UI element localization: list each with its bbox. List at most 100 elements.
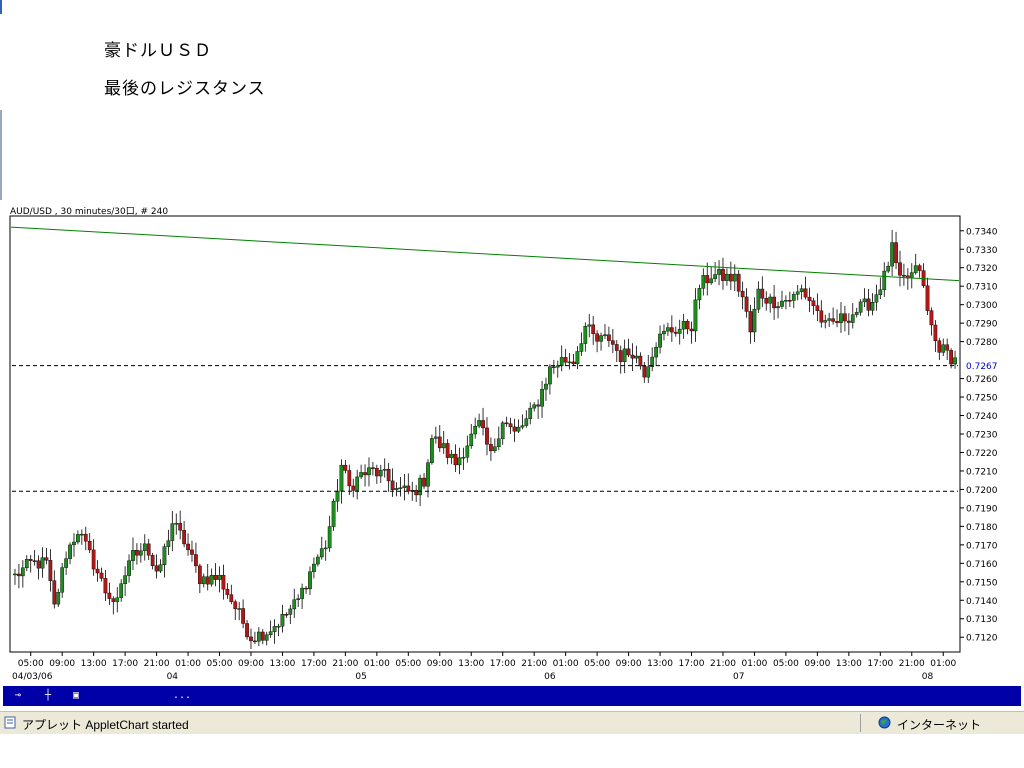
print-tool-button[interactable]: ▣ (67, 688, 85, 703)
candle-up (166, 540, 171, 547)
candle-up (312, 563, 316, 572)
y-tick-label: 0.7250 (966, 394, 998, 404)
candle-down (52, 580, 57, 605)
candle-up (752, 308, 757, 333)
candle-down (249, 636, 253, 642)
candle-up (666, 327, 670, 332)
candle-up (622, 348, 627, 362)
y-tick-label: 0.7180 (966, 523, 998, 533)
candle-down (194, 554, 198, 567)
status-separator (860, 714, 861, 732)
candle-up (500, 422, 505, 440)
x-tick-label: 13:00 (81, 659, 107, 669)
candle-up (402, 485, 407, 488)
x-date-label: 04 (167, 672, 179, 682)
candle-down (843, 313, 847, 322)
status-bar: アプレット AppletChart started インターネット (0, 711, 1024, 734)
candle-up (331, 500, 336, 527)
candle-down (721, 269, 725, 281)
candle-down (233, 601, 238, 610)
x-tick-label: 21:00 (521, 659, 547, 669)
candle-up (886, 265, 891, 272)
candle-down (17, 573, 21, 577)
candle-up (603, 334, 607, 336)
candle-up (308, 571, 312, 590)
candle-down (595, 333, 599, 342)
candle-up (575, 351, 580, 365)
candle-up (725, 273, 729, 281)
candle-down (748, 311, 753, 333)
candle-down (103, 578, 108, 594)
candle-down (245, 623, 249, 638)
candle-down (422, 477, 426, 487)
candle-up (795, 291, 800, 295)
candle-up (524, 418, 529, 426)
candle-up (339, 464, 344, 492)
window-edge (0, 0, 2, 14)
candle-up (201, 576, 206, 585)
crosshair-tool-button[interactable]: ┼ (39, 688, 57, 703)
candle-down (485, 427, 489, 445)
candle-down (563, 357, 568, 363)
candle-down (618, 350, 623, 362)
candle-up (24, 559, 29, 569)
y-tick-label: 0.7190 (966, 504, 998, 514)
candle-down (626, 348, 631, 356)
candle-up (292, 599, 297, 610)
candle-up (323, 547, 328, 550)
candle-up (492, 446, 497, 452)
page-icon (4, 716, 16, 729)
candle-up (355, 476, 360, 491)
y-tick-label: 0.7330 (966, 246, 998, 256)
candle-up (217, 574, 222, 580)
candle-up (599, 335, 603, 342)
x-tick-label: 09:00 (427, 659, 453, 669)
candle-up (516, 426, 521, 432)
candle-up (473, 425, 478, 435)
candle-down (48, 560, 53, 581)
candle-up (461, 457, 466, 459)
x-tick-label: 01:00 (175, 659, 201, 669)
chart-applet[interactable]: AUD/USD , 30 minutes/30口, # 240 0.7120 0.… (3, 203, 1021, 707)
candle-down (536, 404, 540, 407)
candle-up (768, 296, 773, 304)
candle-up (583, 326, 588, 344)
candle-up (909, 272, 914, 279)
more-tools-button[interactable]: ... (173, 688, 191, 703)
candle-up (874, 294, 879, 303)
candle-down (508, 423, 513, 428)
candle-up (823, 320, 828, 323)
candle-up (20, 567, 25, 577)
x-tick-label: 01:00 (553, 659, 579, 669)
candle-up (697, 288, 702, 301)
candle-up (272, 626, 277, 632)
candle-down (190, 549, 194, 555)
candle-up (170, 523, 175, 541)
zoom-tool-button[interactable]: ⊸ (9, 688, 27, 703)
candle-up (40, 557, 45, 569)
candlestick-chart[interactable]: AUD/USD , 30 minutes/30口, # 240 0.71200.… (3, 203, 1021, 687)
candle-down (673, 331, 678, 334)
candle-down (241, 608, 245, 624)
candle-down (571, 361, 576, 365)
y-tick-label: 0.7120 (966, 634, 998, 644)
candle-up (532, 404, 537, 409)
candle-down (835, 321, 839, 323)
internet-zone-icon (878, 716, 891, 729)
candle-up (276, 625, 281, 628)
candle-down (386, 468, 391, 482)
candle-up (784, 300, 788, 302)
y-tick-label: 0.7210 (966, 467, 998, 477)
candle-up (315, 556, 320, 565)
y-tick-label: 0.7260 (966, 375, 998, 385)
candle-down (221, 574, 226, 590)
candle-up (123, 575, 127, 584)
x-tick-label: 17:00 (301, 659, 327, 669)
candle-down (87, 541, 92, 551)
candle-down (898, 262, 902, 276)
candle-down (453, 453, 458, 466)
candle-up (209, 575, 214, 585)
candle-up (776, 306, 780, 309)
candle-up (780, 300, 784, 307)
x-tick-label: 13:00 (458, 659, 484, 669)
